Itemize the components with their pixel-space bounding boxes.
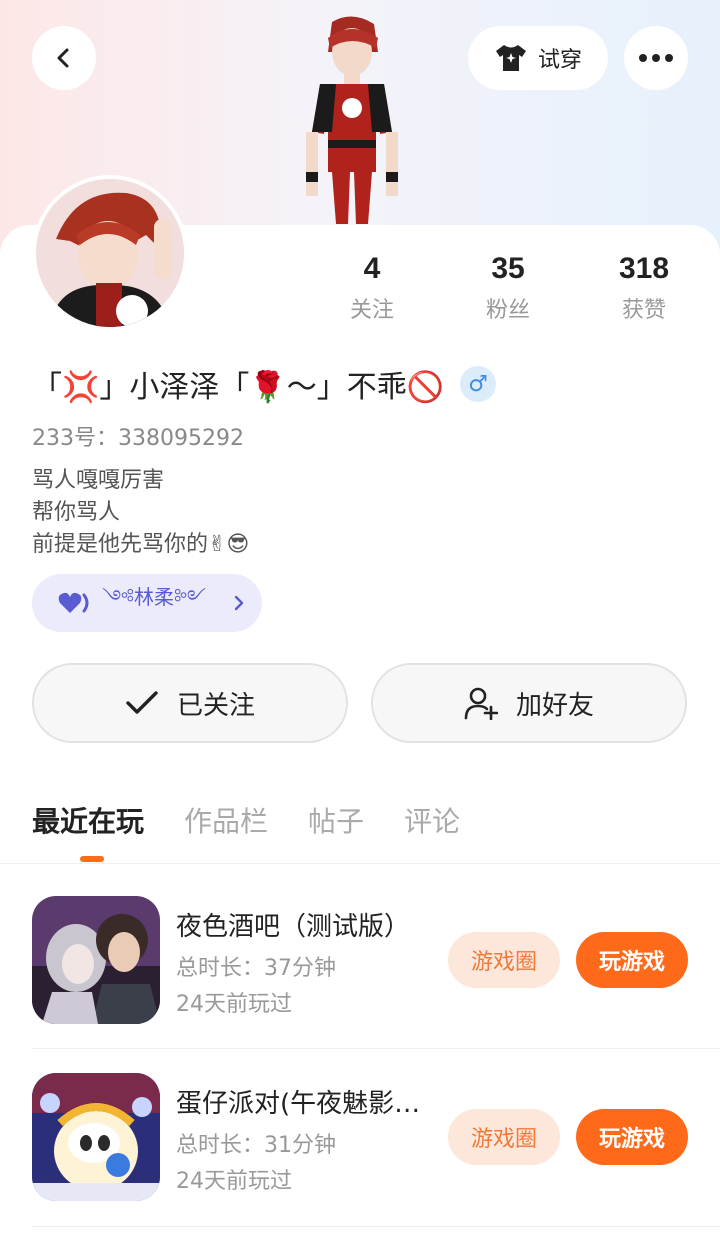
back-button[interactable] — [32, 26, 96, 90]
stat-followers-value: 35 — [491, 252, 525, 285]
followed-label: 已关注 — [176, 690, 255, 721]
heart-icon — [58, 592, 89, 613]
try-on-button[interactable]: 试穿 — [468, 26, 608, 90]
game-title: 蛋仔派对(午夜魅影… — [176, 1089, 421, 1119]
tab-recently-played[interactable]: 最近在玩 — [32, 800, 144, 840]
game-duration: 总时长：37分钟 — [176, 956, 336, 981]
stat-followers-label: 粉丝 — [485, 298, 530, 323]
add-friend-label: 加好友 — [515, 690, 594, 721]
guard-relation-chip[interactable]: ༺林柔༻ — [32, 574, 262, 632]
chevron-right-icon — [234, 595, 244, 611]
profile-uid: 233号：338095292 — [32, 426, 244, 451]
guard-name: ༺林柔༻ — [102, 585, 206, 609]
profile-bio: 骂人嘎嘎厉害 帮你骂人 前提是他先骂你的✌😎 — [32, 465, 249, 561]
check-icon — [126, 691, 158, 714]
tab-works[interactable]: 作品栏 — [184, 800, 268, 840]
bio-line: 帮你骂人 — [32, 500, 121, 525]
game-circle-button[interactable]: 游戏圈 — [448, 932, 560, 988]
game-circle-button[interactable]: 游戏圈 — [448, 1109, 560, 1165]
stat-likes-label: 获赞 — [621, 298, 666, 323]
bio-line: 前提是他先骂你的✌😎 — [32, 532, 250, 557]
more-options-button[interactable] — [624, 26, 688, 90]
game-icon — [32, 1073, 160, 1201]
male-gender-icon: ♂ — [460, 366, 497, 402]
profile-tabs: 最近在玩 作品栏 帖子 评论 — [32, 800, 460, 840]
game-last-played: 24天前玩过 — [176, 1169, 292, 1194]
avatar-3d-figure — [306, 16, 398, 224]
row-divider — [32, 1048, 720, 1049]
try-on-label: 试穿 — [537, 48, 582, 73]
stat-following[interactable]: 4 关注 — [312, 252, 432, 324]
stat-following-label: 关注 — [349, 298, 394, 323]
tab-comments[interactable]: 评论 — [404, 800, 460, 840]
tabs-divider — [0, 863, 720, 864]
avatar-illustration — [36, 179, 184, 327]
add-user-icon — [464, 687, 498, 720]
play-game-button[interactable]: 玩游戏 — [576, 932, 688, 988]
row-divider — [32, 1226, 720, 1227]
game-list-item[interactable]: 蛋仔派对(午夜魅影… 总时长：31分钟 24天前玩过 游戏圈 玩游戏 — [0, 1073, 720, 1240]
active-tab-indicator — [80, 856, 104, 862]
stat-likes-value: 318 — [618, 252, 670, 285]
game-last-played: 24天前玩过 — [176, 992, 292, 1017]
tshirt-icon — [495, 45, 526, 71]
stat-following-value: 4 — [363, 252, 381, 285]
tab-posts[interactable]: 帖子 — [308, 800, 364, 840]
chevron-left-icon — [57, 48, 69, 68]
stat-followers[interactable]: 35 粉丝 — [448, 252, 568, 324]
add-friend-button[interactable]: 加好友 — [371, 663, 687, 743]
game-list-item[interactable]: 夜色酒吧（测试版） 总时长：37分钟 24天前玩过 游戏圈 玩游戏 — [0, 896, 720, 1072]
bio-line: 骂人嘎嘎厉害 — [32, 468, 165, 493]
profile-nickname-row: 「💢」小泽泽「🌹～」不乖🚫 ♂ — [32, 362, 497, 406]
stat-likes[interactable]: 318 获赞 — [584, 252, 704, 324]
followed-button[interactable]: 已关注 — [32, 663, 348, 743]
game-icon — [32, 896, 160, 1024]
game-title: 夜色酒吧（测试版） — [176, 912, 411, 942]
profile-avatar[interactable] — [32, 175, 188, 331]
more-dots-icon — [639, 54, 673, 62]
profile-nickname: 「💢」小泽泽「🌹～」不乖🚫 — [32, 370, 445, 405]
play-game-button[interactable]: 玩游戏 — [576, 1109, 688, 1165]
game-duration: 总时长：31分钟 — [176, 1133, 336, 1158]
